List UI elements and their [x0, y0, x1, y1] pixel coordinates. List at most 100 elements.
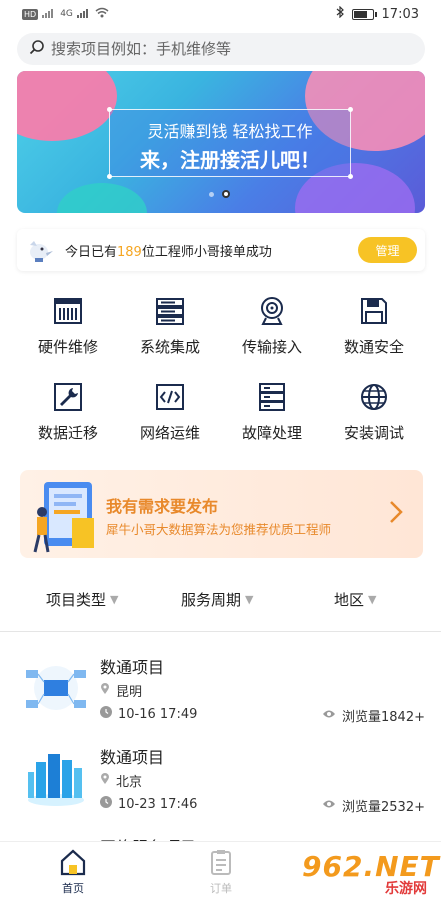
datacenter-thumbnail: [22, 744, 90, 812]
notice-suffix: 位工程师小哥接单成功: [141, 244, 272, 260]
category-network-ops[interactable]: 网络运维: [119, 382, 221, 443]
dropdown-triangle-icon: ▼: [110, 593, 119, 606]
bluetooth-icon: [336, 5, 344, 22]
banner-dot[interactable]: [209, 191, 214, 197]
save-disk-icon: [359, 296, 389, 326]
divider: [0, 631, 441, 632]
notice-text: 今日已有189位工程师小哥接单成功: [65, 241, 272, 260]
battery-icon: [351, 8, 377, 20]
notice-count: 189: [117, 244, 142, 260]
project-location-text: 昆明: [116, 685, 143, 700]
project-location: 昆明: [100, 681, 142, 700]
project-views: 浏览量2532+: [322, 796, 425, 815]
filter-bar: 项目类型 ▼ 服务周期 ▼ 地区 ▼: [0, 589, 441, 621]
clock-icon: [100, 796, 112, 812]
notice-prefix: 今日已有: [65, 244, 118, 260]
project-time-text: 10-23 17:46: [118, 796, 198, 812]
category-data-migration[interactable]: 数据迁移: [17, 382, 119, 443]
category-label: 系统集成: [139, 338, 200, 356]
clock-icon: [100, 706, 112, 722]
filter-region[interactable]: 地区 ▼: [334, 589, 376, 610]
chevron-right-icon[interactable]: [389, 500, 403, 524]
location-pin-icon: [100, 682, 110, 699]
tab-home[interactable]: 首页: [43, 848, 103, 896]
tab-label: 订单: [210, 882, 232, 895]
category-label: 安装调试: [343, 424, 404, 442]
success-notice: 今日已有189位工程师小哥接单成功 管理: [17, 229, 425, 271]
manage-button[interactable]: 管理: [358, 237, 417, 263]
tab-label: 首页: [62, 882, 84, 895]
dropdown-triangle-icon: ▼: [245, 593, 254, 606]
filter-label: 项目类型: [46, 591, 107, 609]
promo-banner[interactable]: 灵活赚到钱 轻松找工作 来，注册接活儿吧！: [17, 71, 425, 213]
network-4g-label: 4G: [60, 9, 73, 19]
clock: 17:03: [381, 6, 419, 22]
wrench-icon: [53, 382, 83, 412]
category-install-debug[interactable]: 安装调试: [323, 382, 425, 443]
eye-icon: [322, 708, 336, 723]
status-right: 17:03: [336, 5, 419, 22]
category-label: 数通安全: [343, 338, 404, 356]
filter-label: 地区: [334, 591, 365, 609]
project-location-text: 北京: [116, 775, 143, 790]
category-datacom-security[interactable]: 数通安全: [323, 296, 425, 357]
mascot-icon: [25, 235, 55, 265]
project-name: 数通项目: [100, 748, 165, 767]
banner-pagination[interactable]: [209, 190, 230, 198]
project-list-item[interactable]: 数通项目 昆明 10-16 17:49 浏览量1842+: [0, 654, 441, 744]
banner-tagline: 来，注册接活儿吧！: [140, 148, 320, 172]
watermark-site-name: 乐游网: [385, 881, 427, 897]
dropdown-triangle-icon: ▼: [368, 593, 377, 606]
home-icon: [60, 849, 86, 876]
project-name: 数通项目: [100, 658, 165, 677]
hd-badge: HD: [22, 8, 39, 20]
category-label: 数据迁移: [37, 424, 98, 442]
category-label: 网络运维: [139, 424, 200, 442]
category-label: 传输接入: [241, 338, 302, 356]
filter-label: 服务周期: [181, 591, 242, 609]
banner-text-frame: 灵活赚到钱 轻松找工作 来，注册接活儿吧！: [107, 107, 353, 179]
status-bar: HD 4G 17:03: [0, 0, 441, 28]
category-transmission-access[interactable]: 传输接入: [221, 296, 323, 357]
project-time-text: 10-16 17:49: [118, 706, 198, 722]
project-time: 10-23 17:46: [100, 796, 197, 812]
signal-icon: [42, 8, 56, 21]
tab-orders[interactable]: 订单: [191, 848, 251, 896]
category-label: 故障处理: [241, 424, 302, 442]
search-bar[interactable]: [17, 33, 425, 65]
project-views-text: 浏览量2532+: [342, 800, 425, 815]
category-hardware-repair[interactable]: 硬件维修: [17, 296, 119, 357]
promo-subtitle: 犀牛小哥大数据算法为您推荐优质工程师: [106, 522, 332, 537]
search-icon: [29, 39, 45, 59]
network-map-thumbnail: [22, 654, 90, 722]
network-indicators: HD 4G: [22, 7, 109, 21]
category-system-integration[interactable]: 系统集成: [119, 296, 221, 357]
filter-service-period[interactable]: 服务周期 ▼: [181, 589, 253, 610]
server-rack-icon: [155, 296, 185, 326]
site-watermark: 962.NET 乐游网: [302, 850, 439, 897]
eye-icon: [322, 798, 336, 813]
promo-title: 我有需求要发布: [106, 497, 219, 516]
banner-dot-active[interactable]: [222, 190, 230, 198]
post-demand-card[interactable]: 我有需求要发布 犀牛小哥大数据算法为您推荐优质工程师: [20, 470, 423, 558]
clipboard-icon: [211, 850, 231, 875]
code-icon: [155, 382, 185, 412]
wifi-icon: [95, 7, 109, 21]
hardware-icon: [53, 296, 83, 326]
banner-headline: 灵活赚到钱 轻松找工作: [147, 122, 313, 141]
globe-icon: [359, 382, 389, 412]
location-pin-icon: [100, 772, 110, 789]
project-views-text: 浏览量1842+: [342, 710, 425, 725]
signal-icon: [76, 8, 91, 21]
webcam-icon: [257, 296, 287, 326]
project-views: 浏览量1842+: [322, 706, 425, 725]
filter-project-type[interactable]: 项目类型 ▼: [46, 589, 118, 610]
search-input[interactable]: [51, 40, 391, 58]
category-fault-handling[interactable]: 故障处理: [221, 382, 323, 443]
project-list-item[interactable]: 数通项目 北京 10-23 17:46 浏览量2532+: [0, 744, 441, 834]
worker-illustration: [30, 478, 102, 556]
server-stack-icon: [257, 382, 287, 412]
category-label: 硬件维修: [37, 338, 98, 356]
project-location: 北京: [100, 771, 142, 790]
project-time: 10-16 17:49: [100, 706, 197, 722]
